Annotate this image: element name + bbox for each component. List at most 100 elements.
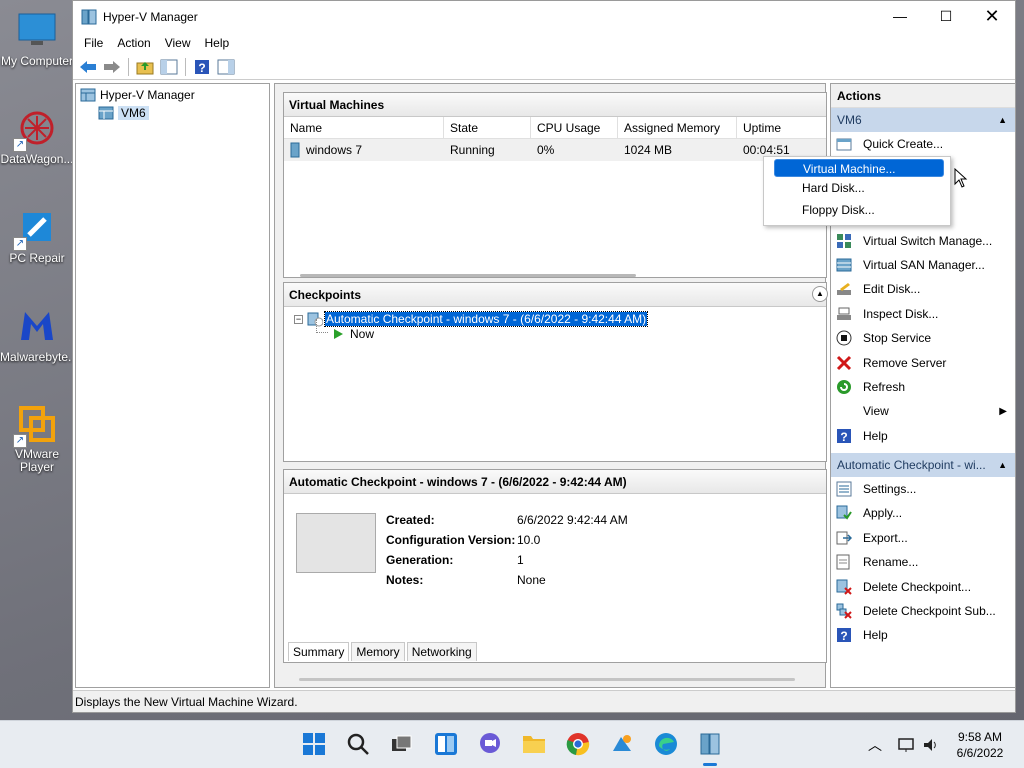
chrome-icon[interactable] [565,731,591,757]
show-hide-action-pane-icon[interactable] [215,57,237,77]
task-view-icon[interactable] [389,731,415,757]
menu-action[interactable]: Action [110,36,157,50]
clock[interactable]: 9:58 AM 6/6/2022 [950,729,1010,761]
action-virtual-switch-manager[interactable]: Virtual Switch Manage... [831,228,1015,252]
action-export[interactable]: Export... [831,526,1015,550]
submenu-hard-disk[interactable]: Hard Disk... [764,177,950,199]
vm-state: Running [450,143,495,157]
action-label: Help [863,628,888,643]
desktop-icon-pc-repair[interactable]: ↗ PC Repair [0,205,74,265]
details-tabs: Summary Memory Networking [288,642,479,661]
widgets-icon[interactable] [433,731,459,757]
forward-icon[interactable] [101,57,123,77]
chat-icon[interactable] [477,731,503,757]
actions-title: Actions [831,84,1015,108]
horizontal-scrollbar[interactable] [300,274,636,277]
action-inspect-disk[interactable]: Inspect Disk... [831,302,1015,326]
remove-x-icon [835,354,853,372]
clock-date: 6/6/2022 [956,746,1004,760]
delete-checkpoint-icon [835,578,853,596]
col-name[interactable]: Name [284,117,444,138]
expand-collapse-icon[interactable]: − [294,314,303,324]
collapse-up-icon[interactable]: ▲ [998,108,1007,132]
volume-icon[interactable] [922,737,940,753]
collapse-chevron-icon[interactable]: ▲ [812,286,828,302]
hyperv-taskbar-icon[interactable] [697,731,723,757]
minimize-button[interactable]: — [877,1,923,31]
collapse-up-icon[interactable]: ▲ [998,453,1007,477]
action-label: Virtual SAN Manager... [863,257,985,272]
action-delete-checkpoint[interactable]: Delete Checkpoint... [831,574,1015,598]
edge-icon[interactable] [653,731,679,757]
refresh-icon [835,378,853,396]
action-remove-server[interactable]: Remove Server [831,350,1015,374]
tree-connector [316,332,328,333]
action-help[interactable]: ? Help [831,424,1015,448]
submenu-floppy-disk[interactable]: Floppy Disk... [764,199,950,221]
network-icon[interactable] [898,737,916,753]
close-button[interactable]: ✕ [969,1,1015,31]
show-hide-console-tree-icon[interactable] [158,57,180,77]
search-icon[interactable] [345,731,371,757]
col-uptime[interactable]: Uptime [737,117,817,138]
vm-memory: 1024 MB [624,143,673,157]
center-horizontal-scrollbar[interactable] [299,678,795,681]
apply-icon [835,504,853,522]
action-delete-checkpoint-subtree[interactable]: Delete Checkpoint Sub... [831,599,1015,623]
checkpoints-panel: Checkpoints ▲ − Automatic Checkpoint - w… [283,282,828,462]
status-bar: Displays the New Virtual Machine Wizard. [73,690,1015,712]
col-assigned-memory[interactable]: Assigned Memory [618,117,737,138]
vmware-icon: ↗ [13,402,59,448]
action-stop-service[interactable]: Stop Service [831,326,1015,350]
start-windows-icon[interactable] [301,731,327,757]
up-folder-icon[interactable] [134,57,156,77]
action-label: Settings... [863,482,917,497]
col-cpu-usage[interactable]: CPU Usage [531,117,618,138]
back-icon[interactable] [77,57,99,77]
tree-item-root[interactable]: Hyper-V Manager [76,86,269,104]
menu-view[interactable]: View [158,36,198,50]
col-state[interactable]: State [444,117,531,138]
edit-disk-icon [835,280,853,298]
desktop-icon-malwarebytes[interactable]: Malwarebyte... [0,304,78,364]
desktop-icon-my-computer[interactable]: My Computer [0,8,74,68]
menu-file[interactable]: File [77,36,110,50]
action-label: Remove Server [863,355,947,370]
delete-subtree-icon [835,602,853,620]
tab-networking[interactable]: Networking [406,642,477,661]
malwarebytes-icon [15,304,59,348]
desktop-icon-vmware-player[interactable]: ↗ VMware Player [0,402,74,474]
actions-group-checkpoint[interactable]: Automatic Checkpoint - wi... ▲ [831,452,1015,477]
tab-memory[interactable]: Memory [351,642,405,661]
desktop-icon-datawagon[interactable]: ↗ DataWagon... [0,106,74,166]
menu-help[interactable]: Help [198,36,237,50]
vm-row[interactable]: windows 7 Running 0% 1024 MB 00:04:51 [284,139,826,161]
action-apply[interactable]: Apply... [831,501,1015,525]
actions-group-vm6[interactable]: VM6 ▲ [831,108,1015,132]
action-rename[interactable]: Rename... [831,550,1015,574]
action-refresh[interactable]: Refresh [831,375,1015,399]
action-label: Delete Checkpoint... [863,579,972,594]
desktop-icon-label: DataWagon... [0,152,74,166]
details-title: Automatic Checkpoint - windows 7 - (6/6/… [284,470,826,494]
tree-item-vm6[interactable]: VM6 [76,104,269,122]
action-view[interactable]: View ▶ [831,399,1015,423]
created-value: 6/6/2022 9:42:44 AM [517,513,628,527]
action-quick-create[interactable]: Quick Create... [831,132,1015,156]
now-item[interactable]: Now [332,327,374,341]
chevron-up-icon[interactable]: ︿ [868,735,882,755]
title-bar[interactable]: Hyper-V Manager — ☐ ✕ [73,1,1015,32]
action-virtual-san-manager[interactable]: Virtual SAN Manager... [831,253,1015,277]
file-explorer-icon[interactable] [521,731,547,757]
toolbar-separator [128,57,129,76]
action-help-2[interactable]: ? Help [831,623,1015,647]
checkpoint-item[interactable]: − Automatic Checkpoint - windows 7 - (6/… [294,311,649,327]
help-icon[interactable]: ? [191,57,213,77]
maximize-button[interactable]: ☐ [923,1,969,31]
action-edit-disk[interactable]: Edit Disk... [831,277,1015,301]
action-settings[interactable]: Settings... [831,477,1015,501]
photos-icon[interactable] [609,731,635,757]
tree-connector [316,319,317,333]
tab-summary[interactable]: Summary [288,642,350,661]
submenu-virtual-machine[interactable]: Virtual Machine... [774,159,944,177]
